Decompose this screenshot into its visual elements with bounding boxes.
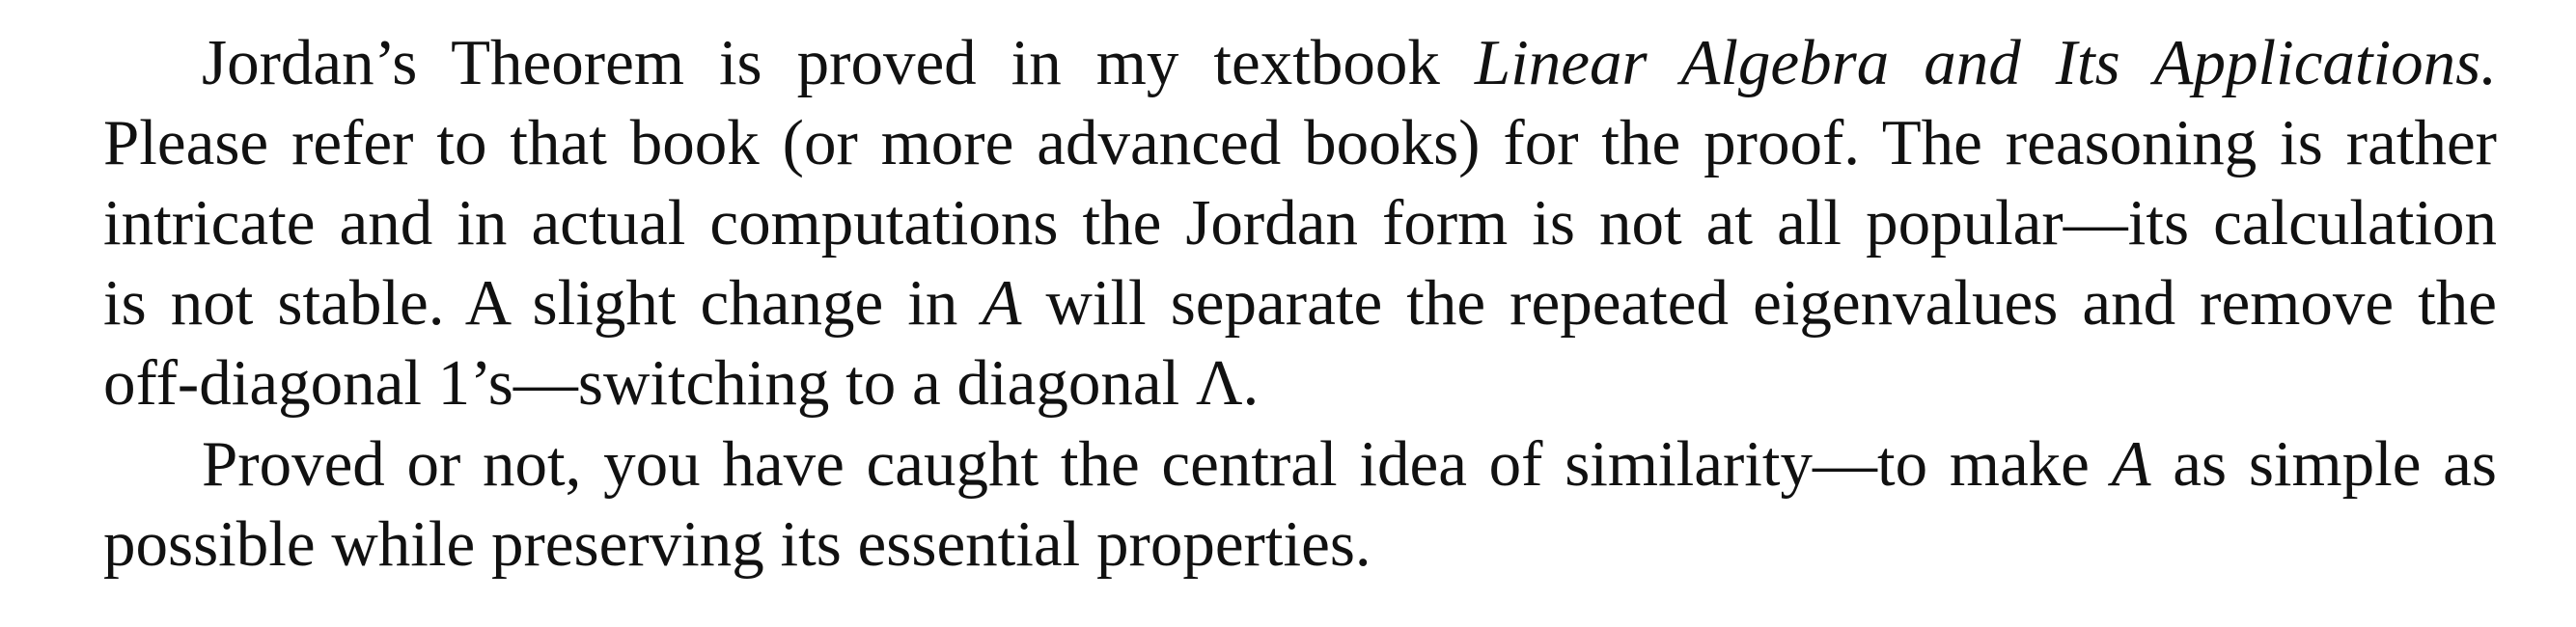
paragraph-1-line-3: intricate and in actual computations the… [103,184,2497,261]
text-run: as simple as [2150,428,2497,500]
text-run: will separate the repeated eigenvalues a… [1021,267,2497,339]
text-run: Proved or not, you have caught the centr… [202,428,2112,500]
paragraph-1-line-5: off-diagonal 1’s—switching to a diagonal… [103,344,1259,422]
math-variable: A [2111,428,2151,500]
paragraph-1-line-4: is not stable. A slight change in A will… [103,264,2497,341]
paragraph-1-line-2: Please refer to that book (or more advan… [103,104,2497,181]
text-run: is not stable. A slight change in [103,267,983,339]
text-run: intricate and in actual computations the… [103,187,2497,259]
document-page: Jordan’s Theorem is proved in my textboo… [0,0,2576,627]
text-run: Jordan’s Theorem is proved in my textboo… [202,27,1475,98]
paragraph-1-line-1: Jordan’s Theorem is proved in my textboo… [202,24,2497,101]
math-variable: A [982,267,1022,339]
paragraph-2-line-1: Proved or not, you have caught the centr… [202,425,2497,503]
book-title: Linear Algebra and Its Applications. [1474,27,2497,98]
text-run: Please refer to that book (or more advan… [103,107,2497,178]
text-run: possible while preserving its essential … [103,508,1371,580]
text-run: off-diagonal 1’s—switching to a diagonal… [103,347,1260,419]
paragraph-2-line-2: possible while preserving its essential … [103,505,1371,583]
